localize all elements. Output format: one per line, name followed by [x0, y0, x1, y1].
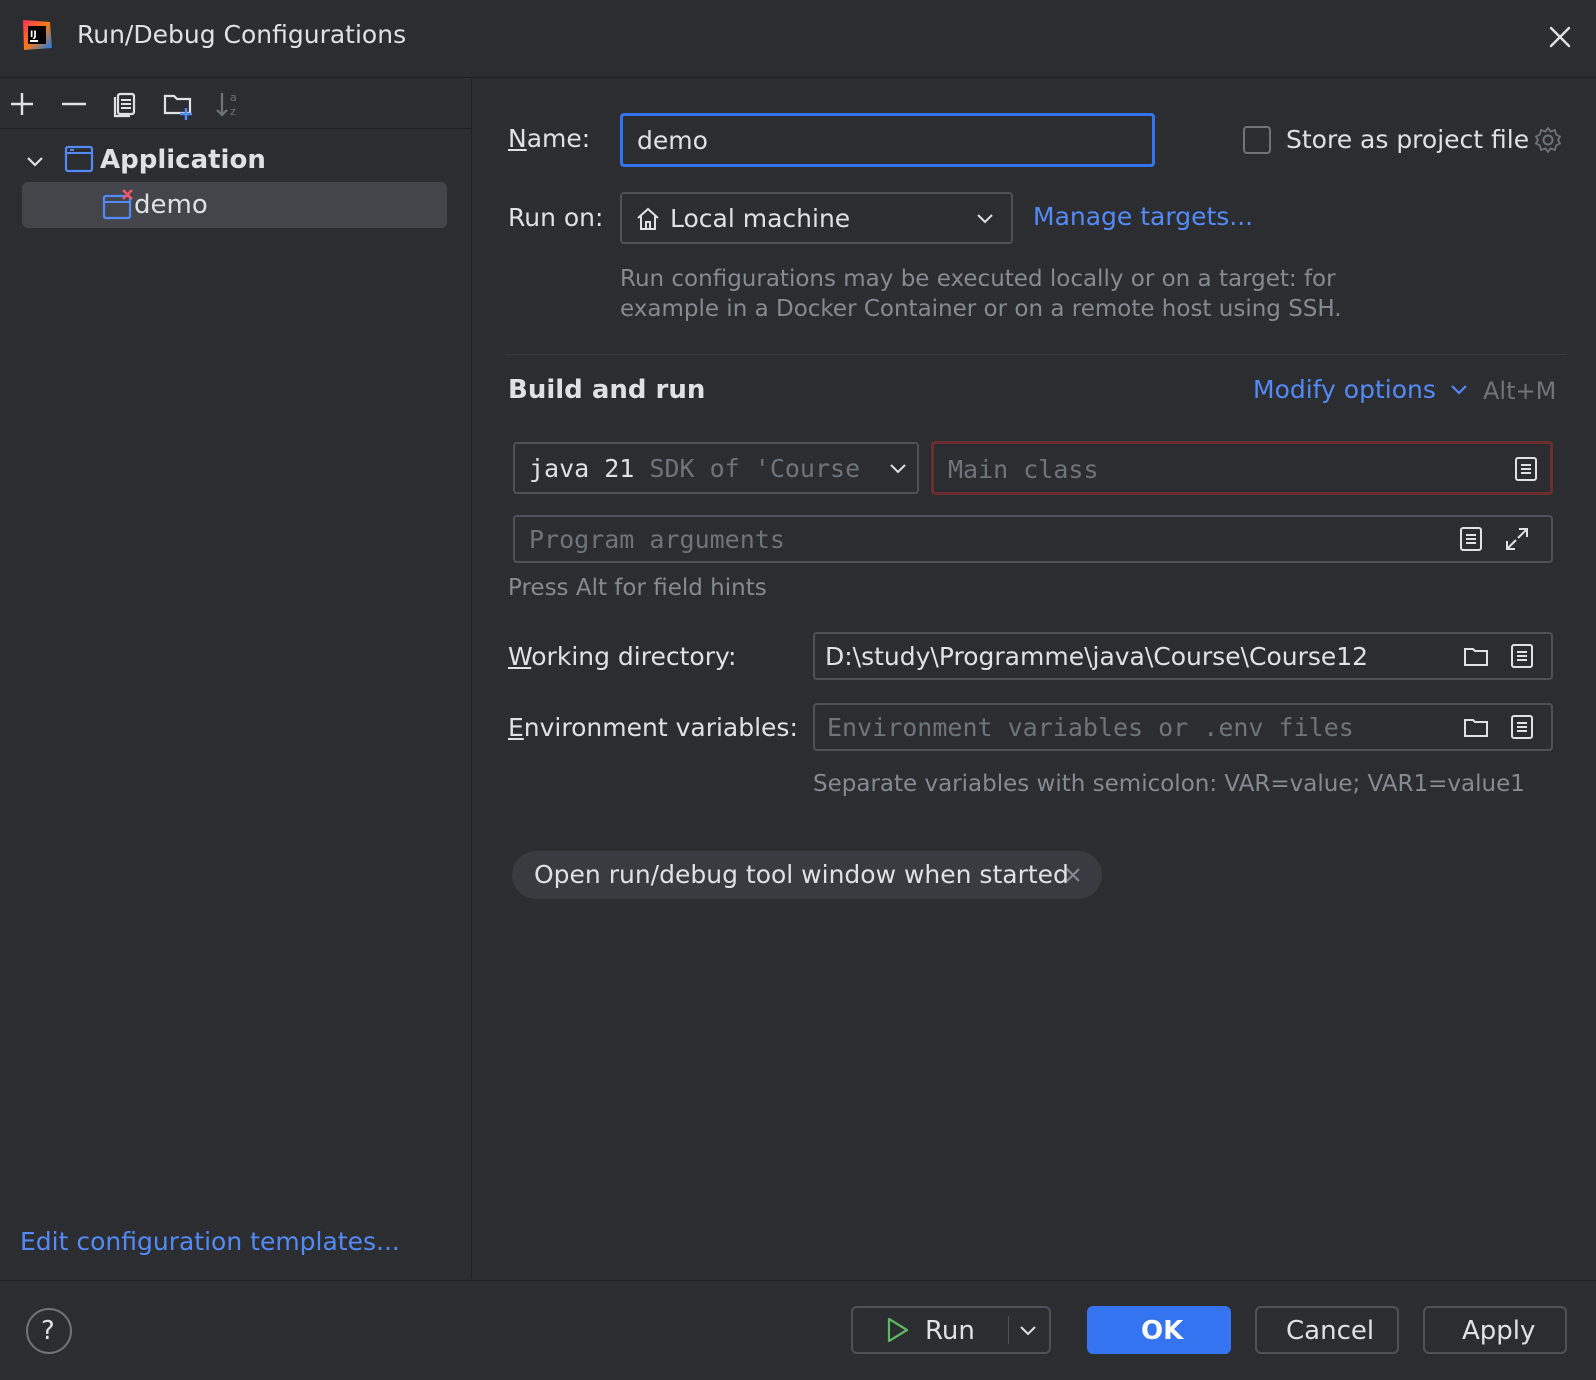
gear-icon[interactable] — [1533, 125, 1563, 155]
modify-options-shortcut: Alt+M — [1483, 377, 1557, 405]
sdk-value: java 21 SDK of 'Course — [529, 454, 861, 483]
run-debug-dialog: IJ Run/Debug Configurations a z Applicat… — [0, 0, 1596, 1380]
working-directory-label: Working directory: — [508, 642, 737, 671]
tree-label-demo: demo — [134, 190, 208, 220]
chevron-down-icon — [977, 214, 993, 224]
ok-button[interactable]: OK — [1087, 1306, 1231, 1354]
close-icon[interactable] — [1064, 866, 1082, 884]
title-bar: IJ Run/Debug Configurations — [0, 0, 1596, 78]
svg-text:z: z — [230, 105, 236, 118]
intellij-logo-icon: IJ — [23, 20, 52, 50]
working-directory-input[interactable]: D:\study\Programme\java\Course\Course12 — [813, 632, 1553, 680]
modify-options-link[interactable]: Modify options — [1253, 375, 1436, 404]
environment-variables-placeholder: Environment variables or .env files — [827, 713, 1354, 742]
name-input[interactable]: demo — [620, 113, 1155, 167]
help-icon: ? — [41, 1316, 55, 1346]
list-icon[interactable] — [1508, 713, 1536, 741]
home-icon — [637, 207, 659, 230]
chevron-down-icon[interactable] — [24, 151, 46, 173]
program-arguments-input[interactable]: Program arguments — [513, 515, 1553, 563]
window-title: Run/Debug Configurations — [77, 20, 407, 49]
copy-icon[interactable] — [109, 87, 143, 121]
svg-text:IJ: IJ — [30, 30, 37, 40]
folder-icon[interactable] — [1462, 642, 1490, 670]
sdk-select[interactable]: java 21 SDK of 'Course — [513, 442, 919, 494]
run-on-hint-line2: example in a Docker Container or on a re… — [620, 296, 1342, 322]
chevron-down-icon — [890, 464, 906, 474]
plus-icon[interactable] — [5, 87, 39, 121]
run-on-select[interactable]: Local machine — [620, 192, 1013, 244]
section-separator — [507, 354, 1567, 355]
field-hints-text: Press Alt for field hints — [508, 575, 767, 601]
build-and-run-title: Build and run — [508, 375, 706, 405]
close-icon[interactable] — [1545, 22, 1575, 52]
environment-variables-label: Environment variables: — [508, 713, 798, 742]
expand-icon[interactable] — [1503, 525, 1531, 553]
main-class-input[interactable]: Main class — [931, 441, 1553, 495]
tree-node-application[interactable]: Application — [22, 137, 447, 183]
list-icon[interactable] — [1457, 525, 1485, 553]
edit-templates-link[interactable]: Edit configuration templates... — [20, 1227, 400, 1256]
store-project-file-label: Store as project file — [1286, 125, 1530, 154]
sidebar-toolbar: a z — [0, 79, 472, 129]
option-chip-label: Open run/debug tool window when started — [534, 860, 1069, 889]
cancel-button[interactable]: Cancel — [1255, 1306, 1399, 1354]
run-on-value: Local machine — [670, 204, 851, 233]
list-icon[interactable] — [1512, 455, 1540, 483]
apply-button[interactable]: Apply — [1423, 1306, 1567, 1354]
help-button[interactable]: ? — [26, 1308, 72, 1354]
chevron-down-icon[interactable] — [1017, 1320, 1039, 1342]
cancel-button-label: Cancel — [1286, 1316, 1375, 1346]
application-config-error-icon — [102, 189, 133, 220]
working-directory-value: D:\study\Programme\java\Course\Course12 — [825, 642, 1369, 671]
run-button-label: Run — [925, 1316, 975, 1346]
play-icon — [887, 1317, 909, 1343]
tree-node-demo[interactable]: demo — [22, 182, 447, 228]
apply-button-label: Apply — [1462, 1316, 1536, 1346]
application-config-icon — [64, 145, 94, 173]
name-value: demo — [637, 126, 708, 155]
run-button-divider — [1008, 1316, 1009, 1344]
run-on-hint-line1: Run configurations may be executed local… — [620, 266, 1336, 292]
run-on-label: Run on: — [508, 203, 604, 232]
store-project-file-checkbox[interactable] — [1243, 126, 1271, 154]
svg-text:a: a — [230, 91, 237, 104]
run-button[interactable]: Run — [851, 1306, 1051, 1354]
program-arguments-placeholder: Program arguments — [529, 525, 785, 554]
tree-label-application: Application — [100, 145, 266, 175]
list-icon[interactable] — [1508, 642, 1536, 670]
configuration-form: Name: demo Store as project file Run on:… — [473, 79, 1596, 1279]
environment-variables-input[interactable]: Environment variables or .env files — [813, 703, 1553, 751]
new-folder-icon[interactable] — [161, 87, 195, 121]
environment-variables-hint: Separate variables with semicolon: VAR=v… — [813, 771, 1525, 797]
ok-button-label: OK — [1141, 1316, 1184, 1346]
dialog-button-bar: ? Run OK Cancel Apply — [0, 1280, 1596, 1380]
minus-icon[interactable] — [57, 87, 91, 121]
folder-icon[interactable] — [1462, 713, 1490, 741]
name-label: Name: — [508, 124, 591, 153]
chevron-down-icon[interactable] — [1448, 379, 1470, 401]
manage-targets-link[interactable]: Manage targets... — [1033, 202, 1253, 231]
sort-alpha-icon[interactable]: a z — [213, 87, 247, 121]
option-chip-open-tool-window: Open run/debug tool window when started — [512, 851, 1102, 899]
configurations-sidebar: a z Application demo Edit configuration … — [0, 79, 472, 1279]
main-class-placeholder: Main class — [948, 455, 1099, 484]
